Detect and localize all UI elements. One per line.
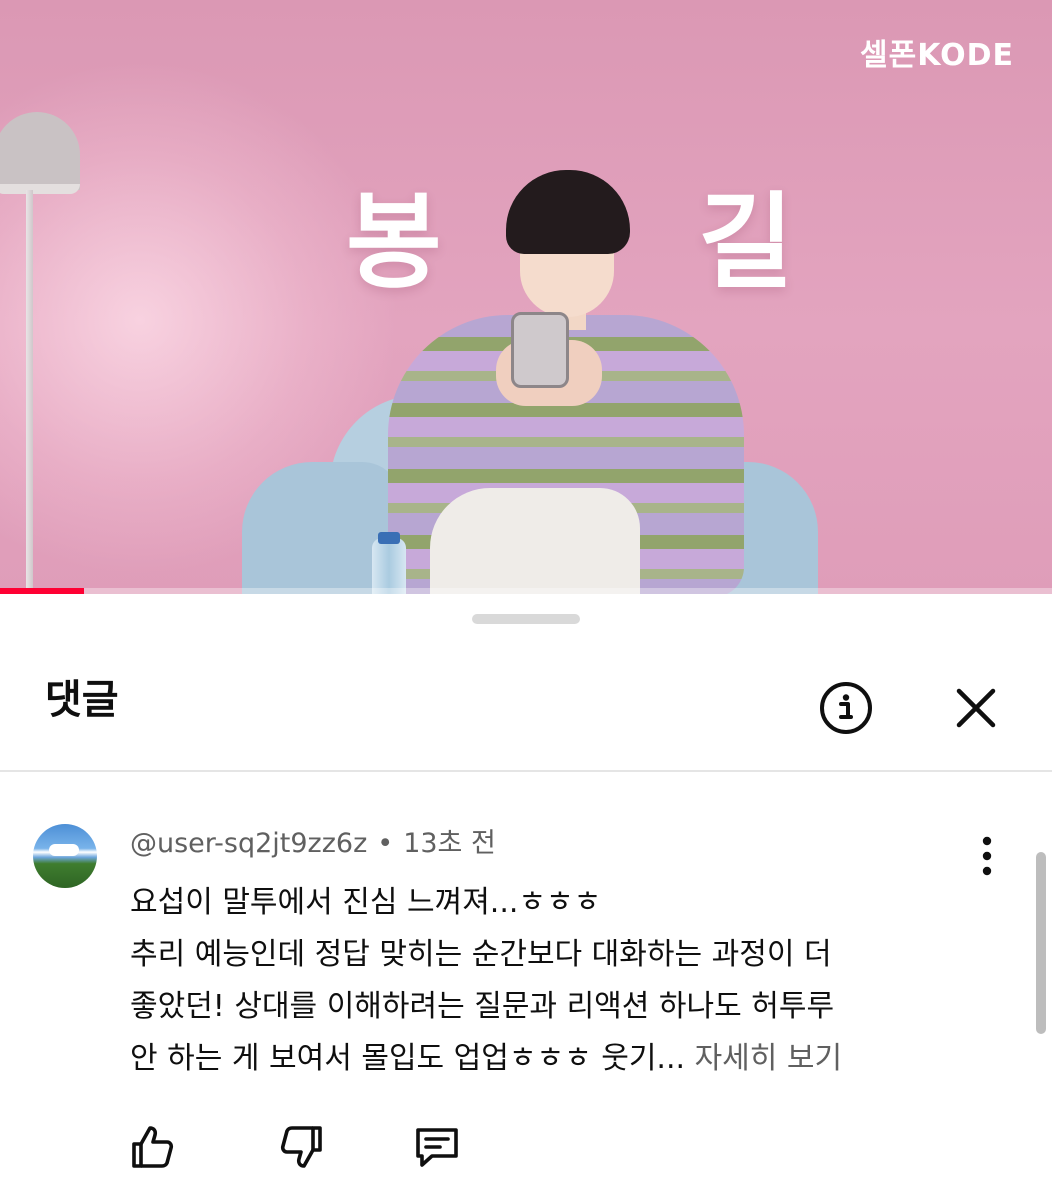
reply-button[interactable] [412,1122,462,1172]
video-caption-left: 봉 [346,181,442,303]
thumbs-up-icon [132,1126,174,1168]
comment-line-last: 안 하는 게 보여서 몰입도 업업ㅎㅎㅎ 웃기... 자세히 보기 [130,1033,990,1085]
person-pants [430,488,640,594]
drag-handle[interactable] [472,614,580,624]
info-icon [820,682,872,734]
video-caption-right: 길 [698,181,794,303]
avatar[interactable] [33,824,97,888]
comment-line: 좋았던! 상대를 이해하려는 질문과 리액션 하나도 허투루 [130,989,835,1024]
comment-text: 요섭이 말투에서 진심 느껴져...ㅎㅎㅎ 추리 예능인데 정답 맞히는 순간보… [130,877,990,1085]
dislike-button[interactable] [276,1122,326,1172]
comment-meta: @user-sq2jt9zz6z • 13초 전 [130,830,496,857]
read-more-link[interactable]: 자세히 보기 [695,1041,843,1076]
comment-more-button[interactable] [970,836,1004,876]
more-vertical-icon [982,836,992,876]
person-hair [506,170,630,254]
channel-logo: 셀폰KODE [860,38,1014,73]
floor-lamp-pole [26,190,33,590]
avatar-cloud [49,844,79,856]
comments-sheet: 댓글 @user-sq2jt9zz6z • 13초 전 요섭이 말투에서 진심 … [0,594,1052,1200]
info-button[interactable] [818,680,874,736]
water-bottle-cap [378,532,400,544]
like-button[interactable] [128,1122,178,1172]
water-bottle [372,538,406,594]
floor-lamp-rim [0,184,80,194]
comment-time: 13초 전 [403,828,496,859]
header-divider [0,770,1052,772]
comment-line: 추리 예능인데 정답 맞히는 순간보다 대화하는 과정이 더 [130,937,832,972]
thumbs-down-icon [280,1126,322,1168]
close-button[interactable] [952,684,1000,732]
reply-icon [416,1128,458,1167]
person-phone [511,312,569,388]
close-icon [956,688,996,728]
meta-separator: • [377,828,394,859]
scrollbar[interactable] [1036,852,1046,1034]
comments-title: 댓글 [45,677,119,723]
comment-line: 안 하는 게 보여서 몰입도 업업ㅎㅎㅎ 웃기... [130,1041,686,1076]
screen: 봉 길 셀폰KODE 댓글 @user-sq2jt9zz6z • 13초 전 요… [0,0,1052,1200]
comment-author[interactable]: @user-sq2jt9zz6z [130,828,367,859]
video-player[interactable]: 봉 길 셀폰KODE [0,0,1052,594]
comment-line: 요섭이 말투에서 진심 느껴져...ㅎㅎㅎ [130,885,602,920]
